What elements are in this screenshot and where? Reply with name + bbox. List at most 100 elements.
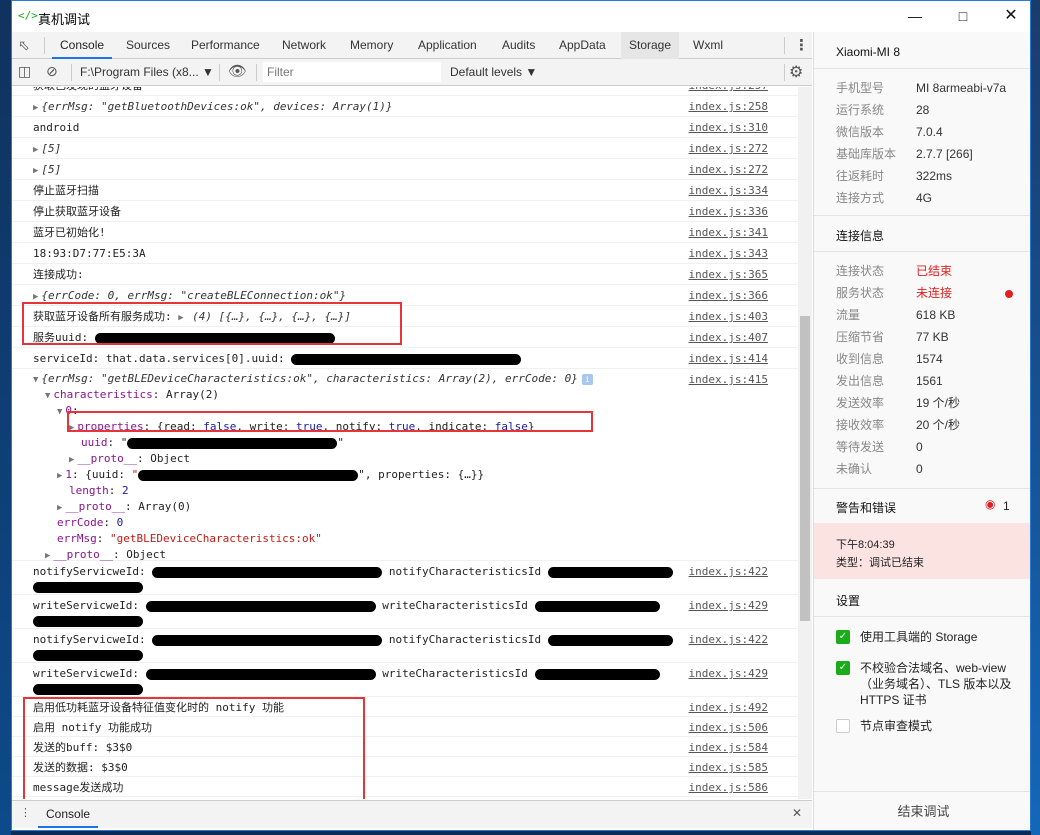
source-link[interactable]: index.js:429	[689, 598, 768, 613]
info-value: 1561	[916, 374, 943, 388]
source-link[interactable]: index.js:415	[689, 372, 768, 387]
source-link[interactable]: index.js:336	[689, 204, 768, 219]
source-link[interactable]: index.js:365	[689, 267, 768, 282]
source-link[interactable]: index.js:343	[689, 246, 768, 261]
expand-triangle-icon[interactable]: ▼	[33, 375, 38, 385]
source-link[interactable]: index.js:586	[689, 780, 768, 795]
source-link[interactable]: index.js:258	[689, 99, 768, 114]
end-debug-button[interactable]: 结束调试	[814, 791, 1030, 830]
maximize-button[interactable]: □	[940, 5, 986, 27]
tab-network[interactable]: Network	[274, 32, 334, 59]
tab-sources[interactable]: Sources	[118, 32, 178, 59]
drawer-tab-console[interactable]: Console	[38, 801, 99, 828]
source-link[interactable]: index.js:334	[689, 183, 768, 198]
source-link[interactable]: index.js:272	[689, 162, 768, 177]
log-text: [5]	[41, 163, 62, 176]
source-link[interactable]: index.js:422	[689, 632, 768, 647]
expand-triangle-icon[interactable]: ▶	[33, 166, 38, 176]
source-link[interactable]: index.js:584	[689, 740, 768, 755]
log-text: : {uuid:	[72, 468, 132, 481]
source-link[interactable]: index.js:257	[689, 87, 768, 93]
source-link[interactable]: index.js:407	[689, 330, 768, 345]
source-link[interactable]: index.js:272	[689, 141, 768, 156]
log-row: ▶ {errMsg: "getBluetoothDevices:ok", devi…	[12, 96, 798, 117]
log-text: "	[337, 436, 344, 449]
tab-appdata[interactable]: AppData	[551, 32, 614, 59]
context-select[interactable]: F:\Program Files (x8... ▼	[80, 65, 214, 79]
sidebar-toggle-icon[interactable]: ◫	[18, 63, 31, 80]
info-value: 0	[916, 440, 923, 454]
info-label: 发送效率	[836, 396, 885, 410]
log-text: errCode	[57, 516, 104, 529]
devtools: ⬁ Console Sources Performance Network Memory…	[12, 32, 812, 830]
redacted-text	[547, 634, 673, 646]
checkbox-label: 节点审查模式	[860, 719, 933, 733]
more-menu-icon[interactable]: ⋮	[794, 36, 809, 54]
info-label: 等待发送	[836, 440, 885, 454]
desktop-right	[1031, 0, 1040, 835]
scrollbar-thumb[interactable]	[800, 316, 810, 621]
info-value: 7.0.4	[916, 125, 943, 139]
info-value: 2.7.7 [266]	[916, 147, 973, 161]
source-link[interactable]: index.js:310	[689, 120, 768, 135]
close-button[interactable]: ✕	[988, 5, 1030, 27]
expand-triangle-icon[interactable]: ▶	[45, 551, 50, 561]
log-text: __proto__	[65, 500, 126, 513]
info-row: 往返耗时 322ms	[836, 165, 1026, 187]
expand-triangle-icon[interactable]: ▼	[57, 407, 62, 417]
info-value: 已结束	[916, 264, 953, 278]
minimize-button[interactable]: —	[892, 5, 938, 27]
redacted-text	[534, 600, 660, 612]
log-text: __proto__	[77, 452, 138, 465]
expand-triangle-icon[interactable]: ▼	[45, 391, 50, 401]
tab-application[interactable]: Application	[410, 32, 485, 59]
info-label: 手机型号	[836, 81, 885, 95]
tab-performance[interactable]: Performance	[183, 32, 268, 59]
eye-icon[interactable]: 👁	[228, 62, 247, 80]
checkbox-0[interactable]: ✓	[836, 630, 850, 644]
tab-console[interactable]: Console	[52, 32, 113, 59]
tab-storage[interactable]: Storage	[621, 32, 680, 59]
clear-console-icon[interactable]: ⊘	[46, 63, 58, 80]
source-link[interactable]: index.js:506	[689, 720, 768, 735]
log-text: : Array(2)	[152, 388, 219, 401]
checkbox-2[interactable]	[836, 719, 850, 733]
log-text: 停止获取蓝牙设备	[33, 205, 121, 218]
drawer-menu-icon[interactable]: ⋮	[20, 806, 31, 819]
checkbox-1[interactable]: ✓	[836, 661, 850, 675]
log-levels-select[interactable]: Default levels ▼	[450, 65, 537, 79]
source-link[interactable]: index.js:585	[689, 760, 768, 775]
expand-triangle-icon[interactable]: ▶	[33, 292, 38, 302]
source-link[interactable]: index.js:414	[689, 351, 768, 366]
source-link[interactable]: index.js:492	[689, 700, 768, 715]
expand-triangle-icon[interactable]: ▶	[33, 103, 38, 113]
source-link[interactable]: index.js:366	[689, 288, 768, 303]
info-value: 322ms	[916, 169, 953, 183]
info-icon[interactable]: i	[581, 373, 593, 385]
inspect-element-icon[interactable]: ⬁	[18, 37, 30, 54]
tab-memory[interactable]: Memory	[342, 32, 401, 59]
tab-audits[interactable]: Audits	[494, 32, 543, 59]
log-text: length	[69, 484, 109, 497]
source-link[interactable]: index.js:341	[689, 225, 768, 240]
source-link[interactable]: index.js:429	[689, 666, 768, 681]
close-drawer-icon[interactable]: ✕	[792, 806, 802, 820]
error-type: 类型：调试已结束	[836, 557, 924, 569]
console-scrollbar[interactable]	[798, 87, 812, 799]
expand-triangle-icon[interactable]: ▶	[57, 503, 62, 513]
log-text: : "	[107, 436, 128, 449]
log-text: 连接成功:	[33, 268, 84, 281]
info-row: 基础库版本 2.7.7 [266]	[836, 143, 1026, 165]
expand-triangle-icon[interactable]: ▶	[33, 145, 38, 155]
log-row: android index.js:310	[12, 117, 798, 138]
gear-icon[interactable]: ⚙	[789, 62, 803, 82]
expand-triangle-icon[interactable]: ▶	[57, 471, 62, 481]
source-link[interactable]: index.js:422	[689, 564, 768, 579]
info-label: 收到信息	[836, 352, 885, 366]
desktop-left	[0, 0, 11, 835]
filter-input[interactable]	[263, 62, 441, 82]
expand-triangle-icon[interactable]: ▶	[69, 455, 74, 465]
tab-wxml[interactable]: Wxml	[685, 32, 731, 59]
source-link[interactable]: index.js:403	[689, 309, 768, 324]
log-text: notifyServicweId:	[33, 633, 153, 646]
